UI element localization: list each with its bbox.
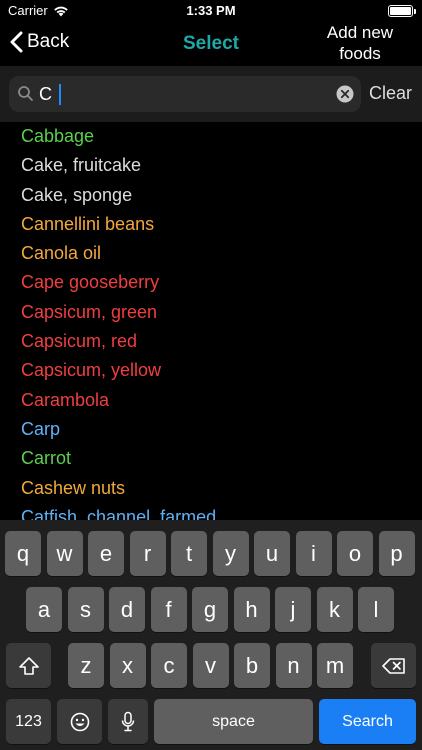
add-label-line1: Add new [326,23,394,42]
key-a[interactable]: a [26,587,62,632]
shift-key[interactable] [6,643,51,688]
key-u[interactable]: u [254,531,290,576]
emoji-key[interactable] [57,699,102,744]
food-list-item[interactable]: Carambola [0,386,422,415]
key-p[interactable]: p [378,531,415,576]
key-q[interactable]: q [5,531,41,576]
clear-text-icon[interactable] [336,85,354,103]
dictation-key[interactable] [108,699,148,744]
food-list-item[interactable]: Cannellini beans [0,210,422,239]
food-list: Cabbage Cake, fruitcake Cake, sponge Cannel… [0,122,422,520]
food-list-item[interactable]: Cashew nuts [0,474,422,503]
key-c[interactable]: c [151,643,187,688]
food-list-item[interactable]: Carrot [0,444,422,473]
food-list-item[interactable]: Capsicum, red [0,327,422,356]
key-z[interactable]: z [68,643,104,688]
key-t[interactable]: t [171,531,207,576]
add-label-line2: foods [339,44,381,63]
navigation-bar: Back Select Add new foods [0,22,422,66]
shift-icon [18,656,39,675]
delete-key[interactable] [371,643,416,688]
clear-button[interactable]: Clear [369,83,412,104]
key-y[interactable]: y [212,531,249,576]
keyboard: 123 space Search qwertyuiop asdfghjkl zxcv… [0,520,422,750]
key-n[interactable]: n [275,643,312,688]
food-list-item[interactable]: Canola oil [0,239,422,268]
space-key[interactable]: space [154,699,313,744]
emoji-icon [70,712,89,731]
text-cursor [59,84,61,105]
battery-icon [388,5,416,17]
key-o[interactable]: o [337,531,373,576]
food-list-item[interactable]: Cape gooseberry [0,268,422,297]
food-list-item[interactable]: Capsicum, yellow [0,356,422,385]
numbers-key[interactable]: 123 [6,699,51,744]
food-list-item[interactable]: Carp [0,415,422,444]
key-s[interactable]: s [67,587,104,632]
key-m[interactable]: m [317,643,353,688]
microphone-icon [121,711,135,731]
key-h[interactable]: h [233,587,270,632]
key-e[interactable]: e [88,531,124,576]
food-list-item[interactable]: Capsicum, green [0,298,422,327]
key-b[interactable]: b [234,643,270,688]
key-k[interactable]: k [316,587,353,632]
key-d[interactable]: d [109,587,145,632]
food-list-item[interactable]: Cake, fruitcake [0,151,422,180]
key-i[interactable]: i [295,531,332,576]
food-list-item[interactable]: Cabbage [0,122,422,151]
search-input[interactable] [39,82,329,106]
key-l[interactable]: l [358,587,394,632]
key-r[interactable]: r [129,531,166,576]
food-list-item[interactable]: Catfish, channel, farmed [0,503,422,520]
search-key[interactable]: Search [319,699,416,744]
add-new-foods-button[interactable]: Add new foods [319,22,401,64]
key-v[interactable]: v [192,643,229,688]
food-list-item[interactable]: Cake, sponge [0,181,422,210]
key-f[interactable]: f [150,587,187,632]
search-bar: Clear [0,66,422,122]
key-j[interactable]: j [275,587,311,632]
search-icon [18,86,33,101]
status-bar: Carrier 1:33 PM [0,0,422,22]
status-time: 1:33 PM [186,3,236,18]
key-g[interactable]: g [192,587,228,632]
search-field[interactable] [9,76,361,112]
key-w[interactable]: w [46,531,83,576]
backspace-icon [381,657,405,674]
key-x[interactable]: x [109,643,146,688]
